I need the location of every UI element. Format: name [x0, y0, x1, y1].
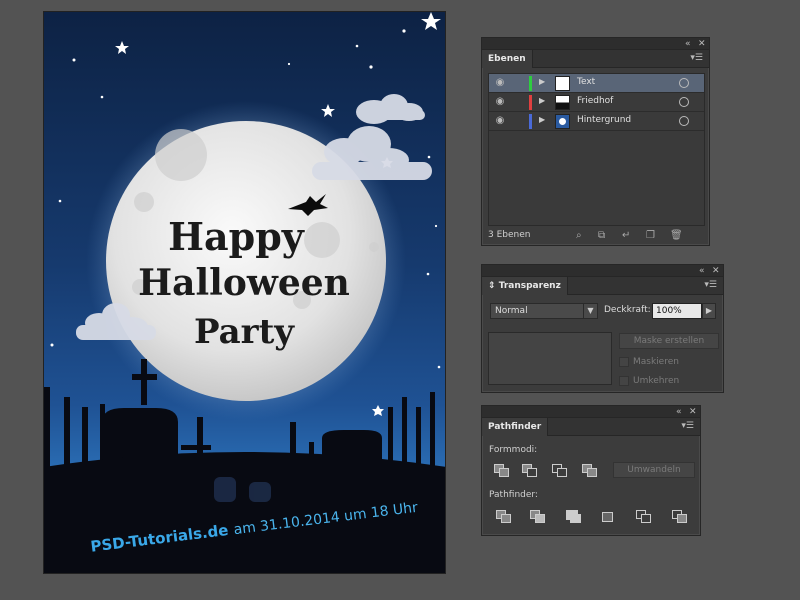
- outline-icon[interactable]: [636, 510, 652, 524]
- locate-object-icon[interactable]: ⌕: [576, 230, 582, 241]
- panel-menu-icon[interactable]: ▾☰: [690, 53, 703, 63]
- blend-mode-value: Normal: [495, 306, 528, 316]
- invert-checkbox[interactable]: [619, 376, 629, 386]
- poster-artwork: Happy Halloween Party PSD-Tutorials.de a…: [44, 12, 445, 573]
- layers-panel-titlebar[interactable]: « ✕: [482, 38, 709, 50]
- eye-icon[interactable]: ◉: [493, 115, 507, 127]
- layers-list: ◉ ▶ Text ◉ ▶ Friedhof ◉ ▶ Hintergrund: [488, 73, 705, 226]
- disclosure-arrow-icon[interactable]: ▶: [539, 77, 545, 86]
- close-icon[interactable]: ✕: [712, 265, 720, 277]
- layers-footer: 3 Ebenen ⌕ ⧉ ↵ ❐ 🗑: [482, 227, 709, 245]
- unite-icon[interactable]: [494, 464, 510, 478]
- panel-menu-icon[interactable]: ▾☰: [704, 280, 717, 290]
- transparency-panel-titlebar[interactable]: « ✕: [482, 265, 723, 277]
- layer-thumbnail: [555, 76, 570, 91]
- chevron-down-icon[interactable]: ▼: [583, 304, 597, 318]
- make-mask-button[interactable]: Maske erstellen: [619, 333, 719, 349]
- layer-thumbnail: [555, 95, 570, 110]
- target-circle-icon[interactable]: [679, 78, 689, 88]
- poster-artboard[interactable]: Happy Halloween Party PSD-Tutorials.de a…: [43, 11, 446, 574]
- panel-menu-icon[interactable]: ▾☰: [681, 421, 694, 431]
- tab-transparency[interactable]: ⇕ Transparenz: [482, 277, 568, 295]
- transparency-preview: [488, 332, 612, 385]
- minus-front-icon[interactable]: [522, 464, 538, 478]
- disclosure-arrow-icon[interactable]: ▶: [539, 115, 545, 124]
- blend-mode-select[interactable]: Normal ▼: [490, 303, 598, 319]
- layer-color-swatch: [529, 114, 532, 129]
- close-icon[interactable]: ✕: [698, 38, 706, 50]
- clip-checkbox[interactable]: [619, 357, 629, 367]
- pathfinder-label: Pathfinder:: [489, 490, 538, 500]
- clipping-mask-icon[interactable]: ⧉: [598, 230, 605, 241]
- opacity-label: Deckkraft:: [604, 305, 651, 315]
- opacity-slider-button[interactable]: ▶: [702, 303, 716, 319]
- poster-line3: Party: [194, 312, 295, 352]
- eye-icon[interactable]: ◉: [493, 96, 507, 108]
- double-left-arrow-icon[interactable]: «: [685, 38, 691, 50]
- double-left-arrow-icon[interactable]: «: [676, 406, 682, 418]
- layer-name: Hintergrund: [577, 115, 632, 125]
- eye-icon[interactable]: ◉: [493, 77, 507, 89]
- pathfinder-panel-titlebar[interactable]: « ✕: [482, 406, 700, 418]
- poster-line1: Happy: [168, 214, 305, 259]
- intersect-icon[interactable]: [552, 464, 568, 478]
- tab-layers[interactable]: Ebenen: [482, 50, 533, 68]
- layer-name: Text: [577, 77, 596, 87]
- layer-color-swatch: [529, 95, 532, 110]
- exclude-icon[interactable]: [582, 464, 598, 478]
- transparency-panel: « ✕ ⇕ Transparenz ▾☰ Normal ▼ Deckkraft:…: [481, 264, 724, 393]
- shape-modes-label: Formmodi:: [489, 445, 538, 455]
- expand-button[interactable]: Umwandeln: [613, 462, 695, 478]
- trash-icon[interactable]: 🗑: [670, 230, 683, 241]
- pathfinder-panel: « ✕ Pathfinder ▾☰ Formmodi: Umwandeln Pa…: [481, 405, 701, 536]
- layers-panel: « ✕ Ebenen ▾☰ ◉ ▶ Text ◉ ▶ Friedhof ◉ ▶ …: [481, 37, 710, 246]
- close-icon[interactable]: ✕: [689, 406, 697, 418]
- poster-line2: Halloween: [138, 262, 350, 304]
- layer-row-hintergrund[interactable]: ◉ ▶ Hintergrund: [489, 112, 704, 131]
- trim-icon[interactable]: [530, 510, 546, 524]
- disclosure-arrow-icon[interactable]: ▶: [539, 96, 545, 105]
- layer-thumbnail: [555, 114, 570, 129]
- layer-name: Friedhof: [577, 96, 614, 106]
- target-circle-icon[interactable]: [679, 116, 689, 126]
- merge-icon[interactable]: [566, 510, 582, 524]
- crop-icon[interactable]: [600, 510, 616, 524]
- minus-back-icon[interactable]: [672, 510, 688, 524]
- layer-count: 3 Ebenen: [488, 230, 531, 240]
- layer-row-text[interactable]: ◉ ▶ Text: [489, 74, 704, 93]
- tab-pathfinder[interactable]: Pathfinder: [482, 418, 549, 436]
- divide-icon[interactable]: [496, 510, 512, 524]
- layer-row-friedhof[interactable]: ◉ ▶ Friedhof: [489, 93, 704, 112]
- double-left-arrow-icon[interactable]: «: [699, 265, 705, 277]
- opacity-input[interactable]: 100%: [652, 303, 702, 319]
- layer-color-swatch: [529, 76, 532, 91]
- invert-label: Umkehren: [633, 376, 680, 386]
- tab-transparency-label: Transparenz: [498, 281, 561, 291]
- target-circle-icon[interactable]: [679, 97, 689, 107]
- new-layer-icon[interactable]: ❐: [646, 230, 655, 241]
- new-sublayer-icon[interactable]: ↵: [622, 230, 630, 241]
- clip-label: Maskieren: [633, 357, 679, 367]
